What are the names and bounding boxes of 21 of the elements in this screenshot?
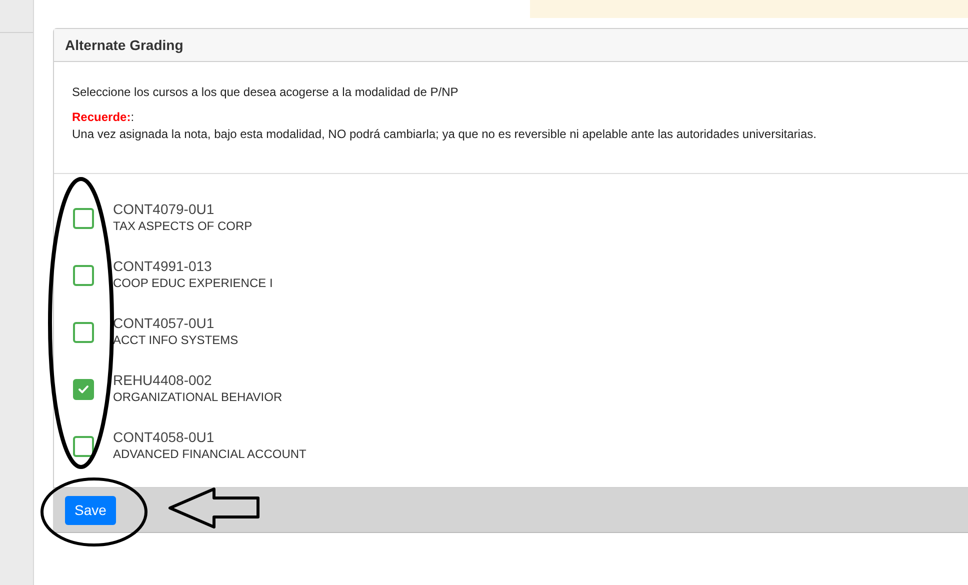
course-name: ORGANIZATIONAL BEHAVIOR (113, 389, 282, 406)
panel-title: Alternate Grading (65, 36, 184, 55)
check-icon (78, 385, 89, 394)
course-checkbox[interactable] (73, 322, 94, 343)
course-code: CONT4079-0U1 (113, 201, 216, 218)
course-checkbox[interactable] (73, 436, 94, 457)
course-name: ACCT INFO SYSTEMS (113, 332, 238, 349)
reminder-label: Recuerde:: (72, 109, 136, 126)
course-checkbox[interactable] (73, 379, 94, 400)
course-name: TAX ASPECTS OF CORP (113, 218, 252, 235)
course-name: ADVANCED FINANCIAL ACCOUNT (113, 446, 306, 463)
course-code: CONT4991-013 (113, 258, 213, 275)
instruction-text: Seleccione los cursos a los que desea acogerse a la modalidad de P/NP (72, 84, 460, 101)
course-checkbox[interactable] (73, 208, 94, 229)
course-code: CONT4057-0U1 (113, 315, 216, 332)
course-code: CONT4058-0U1 (113, 429, 216, 446)
course-code: REHU4408-002 (113, 372, 213, 389)
course-checkbox[interactable] (73, 265, 94, 286)
save-button[interactable]: Save (65, 496, 116, 524)
course-name: COOP EDUC EXPERIENCE I (113, 275, 273, 292)
warning-text: Una vez asignada la nota, bajo esta modalidad, NO podrá cambiarla; ya que no es reversible ni apelable ante las autoridades universitarias. (72, 126, 818, 143)
